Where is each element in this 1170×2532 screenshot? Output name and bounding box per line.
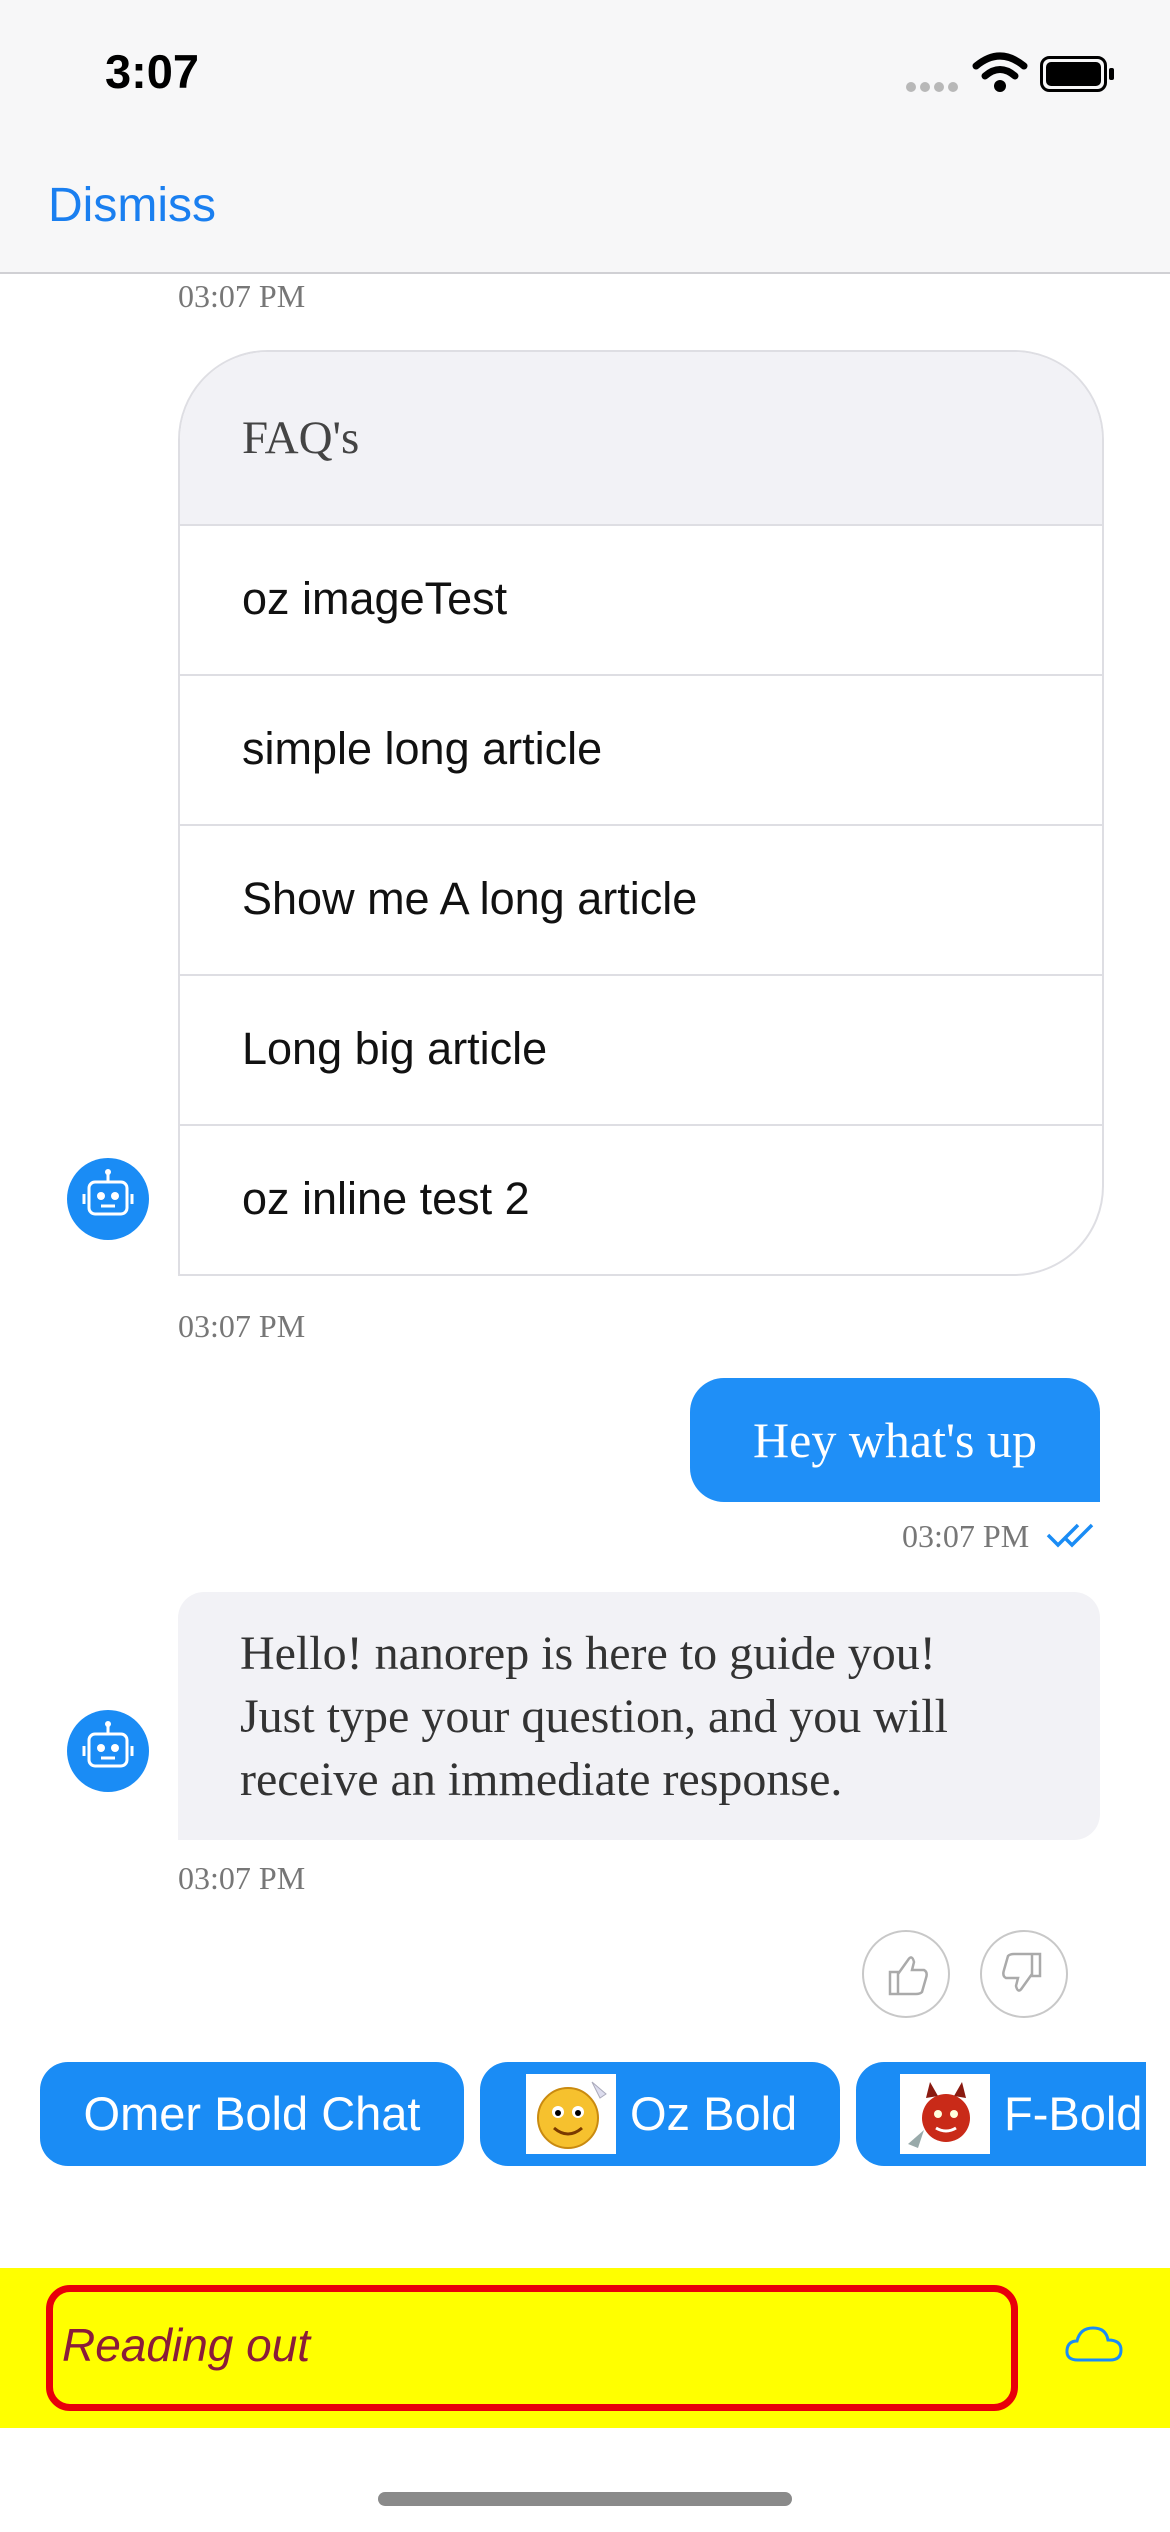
quick-reply-label: F-Bold	[1004, 2087, 1143, 2140]
devil-image	[900, 2074, 990, 2154]
cloud-icon[interactable]	[1064, 2322, 1124, 2371]
robot-icon	[82, 1721, 134, 1768]
faq-item[interactable]: oz inline test 2	[180, 1124, 1102, 1274]
bot-message-bubble: Hello! nanorep is here to guide you! Jus…	[178, 1592, 1100, 1840]
thumbs-up-icon	[888, 1956, 928, 1996]
bot-message-line: Just type your question, and you will	[240, 1690, 948, 1743]
faq-timestamp: 03:07 PM	[178, 278, 306, 314]
faq-item[interactable]: oz imageTest	[180, 524, 1102, 674]
quick-reply-button[interactable]: Oz Bold	[480, 2062, 840, 2166]
quick-reply-button[interactable]: Omer Bold Chat	[40, 2062, 464, 2166]
emoji-face-image	[526, 2074, 616, 2154]
dislike-button[interactable]	[980, 1930, 1068, 2018]
wifi-icon	[972, 52, 1028, 99]
user-message-bubble: Hey what's up	[690, 1378, 1100, 1502]
robot-icon	[82, 1169, 134, 1216]
quick-reply-label: Omer Bold Chat	[83, 2087, 421, 2140]
message-input-text: Reading out	[62, 2319, 311, 2371]
read-receipt-icon	[1046, 1522, 1102, 1553]
home-indicator	[378, 2492, 792, 2506]
faq-item[interactable]: simple long article	[180, 674, 1102, 824]
bot-avatar	[67, 1710, 149, 1792]
battery-icon	[1040, 56, 1116, 97]
cellular-signal-icon	[905, 80, 961, 99]
dismiss-button[interactable]: Dismiss	[48, 178, 216, 233]
bot-message-timestamp: 03:07 PM	[178, 1860, 306, 1896]
faq-title: FAQ's	[180, 352, 1102, 524]
user-message-timestamp: 03:07 PM	[902, 1518, 1030, 1554]
status-time: 3:07	[105, 45, 200, 98]
quick-reply-button[interactable]: F-Bold	[856, 2062, 1146, 2166]
bot-avatar	[67, 1158, 149, 1240]
thumbs-down-icon	[1002, 1952, 1042, 1992]
bot-message-line: Hello! nanorep is here to guide you!	[240, 1627, 936, 1680]
faq-item[interactable]: Long big article	[180, 974, 1102, 1124]
quick-reply-label: Oz Bold	[630, 2087, 798, 2140]
bot-message-line: receive an immediate response.	[240, 1753, 843, 1806]
message-timestamp: 03:07 PM	[178, 1308, 306, 1344]
like-button[interactable]	[862, 1930, 950, 2018]
faq-item[interactable]: Show me A long article	[180, 824, 1102, 974]
faq-card: FAQ's oz imageTest simple long article S…	[178, 350, 1104, 1276]
